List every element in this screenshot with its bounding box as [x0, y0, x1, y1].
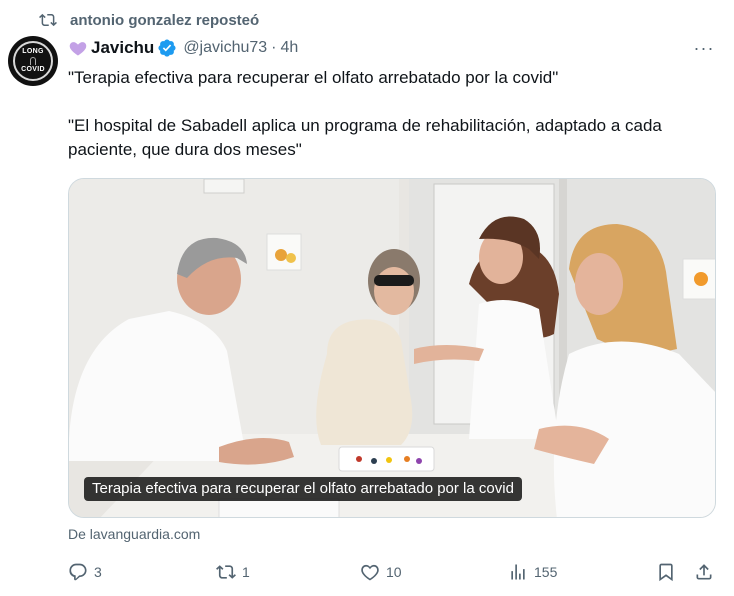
ribbon-icon — [30, 57, 36, 65]
repost-count: 1 — [242, 564, 250, 580]
reply-icon — [69, 563, 87, 581]
avatar-text-long: LONG — [22, 48, 44, 55]
author-handle[interactable]: @javichu73 — [183, 39, 267, 57]
like-count: 10 — [386, 564, 402, 580]
photo-illustration — [69, 179, 715, 517]
reply-count: 3 — [94, 564, 102, 580]
action-bar: 3 1 10 155 — [68, 558, 718, 586]
more-options-icon[interactable]: ··· — [692, 38, 716, 58]
share-icon — [696, 564, 712, 580]
repost-button[interactable]: 1 — [216, 558, 250, 586]
repost-icon — [216, 565, 236, 579]
repost-indicator[interactable]: antonio gonzalez reposteó — [38, 8, 259, 32]
reply-button[interactable]: 3 — [68, 558, 102, 586]
repost-icon — [38, 10, 58, 30]
share-button[interactable] — [694, 558, 720, 586]
heart-icon — [361, 564, 379, 581]
bookmark-icon — [659, 563, 673, 582]
link-source[interactable]: De lavanguardia.com — [68, 526, 200, 542]
avatar-logo: LONG COVID — [13, 41, 53, 81]
tweet-text: "Terapia efectiva para recuperar el olfa… — [68, 66, 718, 162]
tweet-line-1: "Terapia efectiva para recuperar el olfa… — [68, 68, 559, 87]
author-name[interactable]: Javichu — [91, 38, 154, 58]
tweet-line-2: "El hospital de Sabadell aplica un progr… — [68, 116, 662, 159]
link-card-image[interactable] — [68, 178, 716, 518]
purple-heart-icon — [69, 42, 87, 56]
like-button[interactable]: 10 — [360, 558, 402, 586]
views-button[interactable]: 155 — [508, 558, 557, 586]
separator-dot: · — [271, 39, 277, 56]
image-caption: Terapia efectiva para recuperar el olfat… — [84, 477, 522, 501]
tweet-header: Javichu @javichu73 · 4h — [68, 36, 720, 60]
avatar[interactable]: LONG COVID — [8, 36, 58, 86]
verified-badge-icon[interactable] — [157, 38, 177, 58]
bookmark-button[interactable] — [656, 558, 682, 586]
repost-label: antonio gonzalez reposteó — [70, 11, 260, 29]
views-count: 155 — [534, 564, 558, 580]
avatar-text-covid: COVID — [21, 66, 45, 73]
views-chart-icon — [511, 564, 525, 580]
timestamp[interactable]: 4h — [280, 39, 298, 57]
